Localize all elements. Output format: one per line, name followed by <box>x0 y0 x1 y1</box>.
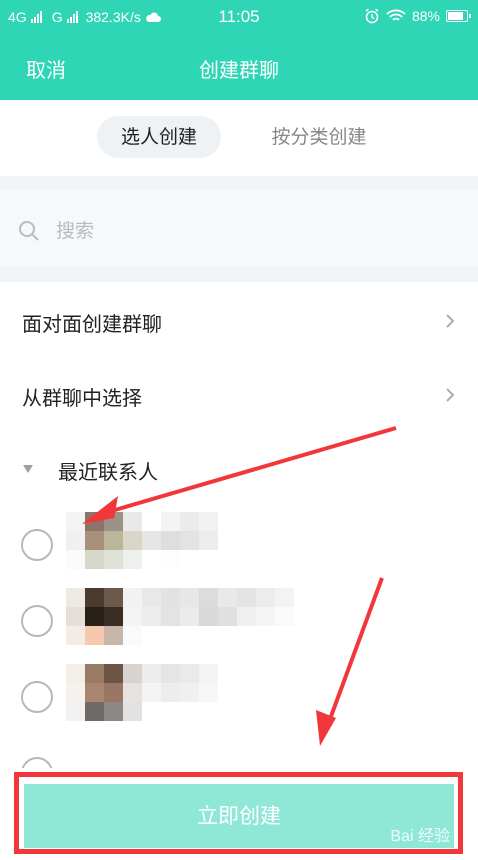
divider <box>0 176 478 190</box>
battery-percent: 88% <box>411 8 440 24</box>
select-radio[interactable] <box>21 681 53 713</box>
chevron-right-icon <box>446 388 455 402</box>
contact-row[interactable] <box>0 508 478 582</box>
page-title: 创建群聊 <box>199 58 279 82</box>
select-from-groups-row[interactable]: 从群聊中选择 <box>0 358 478 432</box>
avatar <box>66 512 218 569</box>
alarm-icon <box>365 8 379 24</box>
recent-contacts-header[interactable]: 最近联系人 <box>0 436 478 502</box>
battery-icon <box>446 10 471 22</box>
avatar <box>66 588 294 645</box>
divider <box>0 266 478 282</box>
recent-contacts-label: 最近联系人 <box>58 460 158 484</box>
tab-by-category[interactable]: 按分类创建 <box>256 116 382 158</box>
collapse-triangle-icon <box>23 465 33 473</box>
avatar <box>66 664 218 721</box>
create-mode-tabs: 选人创建 按分类创建 <box>0 116 478 160</box>
menu-item-label: 面对面创建群聊 <box>22 312 162 336</box>
menu-item-label: 从群聊中选择 <box>22 386 142 410</box>
contact-row[interactable] <box>0 660 478 734</box>
wifi-icon <box>386 9 406 21</box>
top-bar: 4G G 382.3K/s 11:05 88% 取消 创建群聊 <box>0 0 478 100</box>
search-icon <box>19 221 39 241</box>
search-bar[interactable]: 搜索 <box>0 190 478 266</box>
face-to-face-create-row[interactable]: 面对面创建群聊 <box>0 284 478 358</box>
select-radio[interactable] <box>21 605 53 637</box>
watermark: Bai 经验 <box>390 828 450 845</box>
contact-row[interactable] <box>0 584 478 658</box>
select-radio[interactable] <box>21 529 53 561</box>
status-bar: 4G G 382.3K/s 11:05 88% <box>0 0 478 34</box>
chevron-right-icon <box>446 314 455 328</box>
search-input[interactable]: 搜索 <box>56 216 94 243</box>
tab-select-people[interactable]: 选人创建 <box>97 116 221 158</box>
title-bar: 取消 创建群聊 <box>0 34 478 100</box>
